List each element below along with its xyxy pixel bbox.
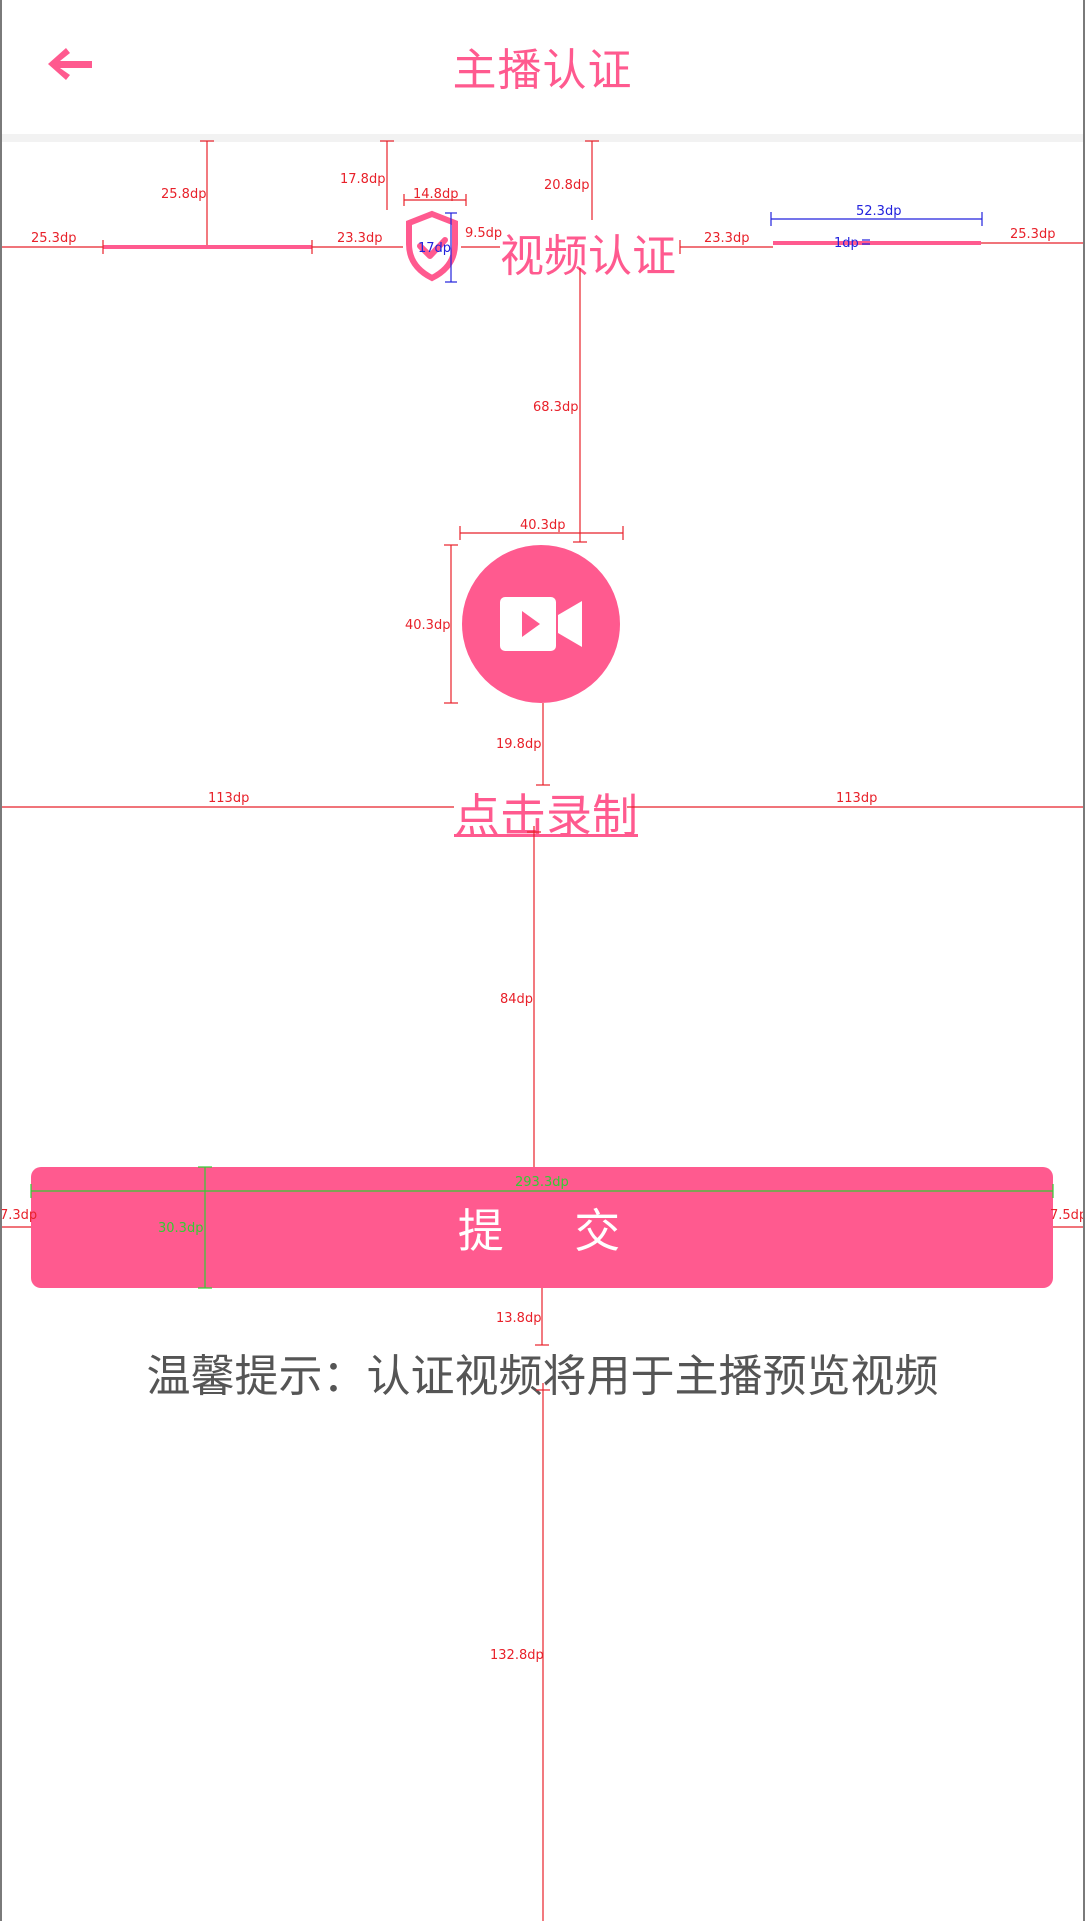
record-link[interactable]: 点击录制 <box>454 780 638 846</box>
tip-text: 温馨提示：认证视频将用于主播预览视频 <box>146 1351 939 1402</box>
annotation-left-line-gap: 23.3dp <box>337 231 382 246</box>
annotation-button-right: 7.5dp <box>1050 1208 1085 1223</box>
page-title: 主播认证 <box>452 45 633 96</box>
annotation-button-to-tip: 13.8dp <box>496 1311 541 1326</box>
annotation-record-width: 40.3dp <box>520 518 565 533</box>
annotation-label-right: 113dp <box>836 791 877 806</box>
section-title: 视频认证 <box>500 231 676 282</box>
annotation-tip-to-bottom: 132.8dp <box>490 1648 544 1663</box>
record-video-button[interactable] <box>462 545 620 703</box>
video-camera-icon <box>500 597 582 651</box>
annotation-top-right-margin: 25.3dp <box>1010 227 1055 242</box>
annotation-shield-top: 17.8dp <box>340 172 385 187</box>
annotation-left-line-top: 25.8dp <box>161 187 206 202</box>
annotation-shield-gap: 9.5dp <box>465 226 502 241</box>
annotation-record-to-label: 19.8dp <box>496 737 541 752</box>
annotation-right-line-width: 52.3dp <box>856 204 901 219</box>
annotation-title-to-record: 68.3dp <box>533 400 578 415</box>
measurement-overlay: 25.3dp 25.8dp 23.3dp 17.8dp 14.8dp 9.5dp… <box>0 140 1085 1921</box>
annotation-shield-width: 14.8dp <box>413 187 458 202</box>
section-right-line <box>773 241 981 245</box>
section-left-line <box>103 245 312 249</box>
annotation-label-left: 113dp <box>208 791 249 806</box>
annotation-right-line-gap: 23.3dp <box>704 231 749 246</box>
annotation-record-height: 40.3dp <box>405 618 450 633</box>
shield-check-icon <box>406 210 458 282</box>
submit-button[interactable]: 提 交 <box>31 1167 1053 1288</box>
annotation-top-left-margin: 25.3dp <box>31 231 76 246</box>
phone-frame <box>0 0 1085 1921</box>
annotation-title-top: 20.8dp <box>544 178 589 193</box>
annotation-label-to-button: 84dp <box>500 992 533 1007</box>
header: 主播认证 <box>0 0 1085 134</box>
header-divider <box>0 134 1085 142</box>
